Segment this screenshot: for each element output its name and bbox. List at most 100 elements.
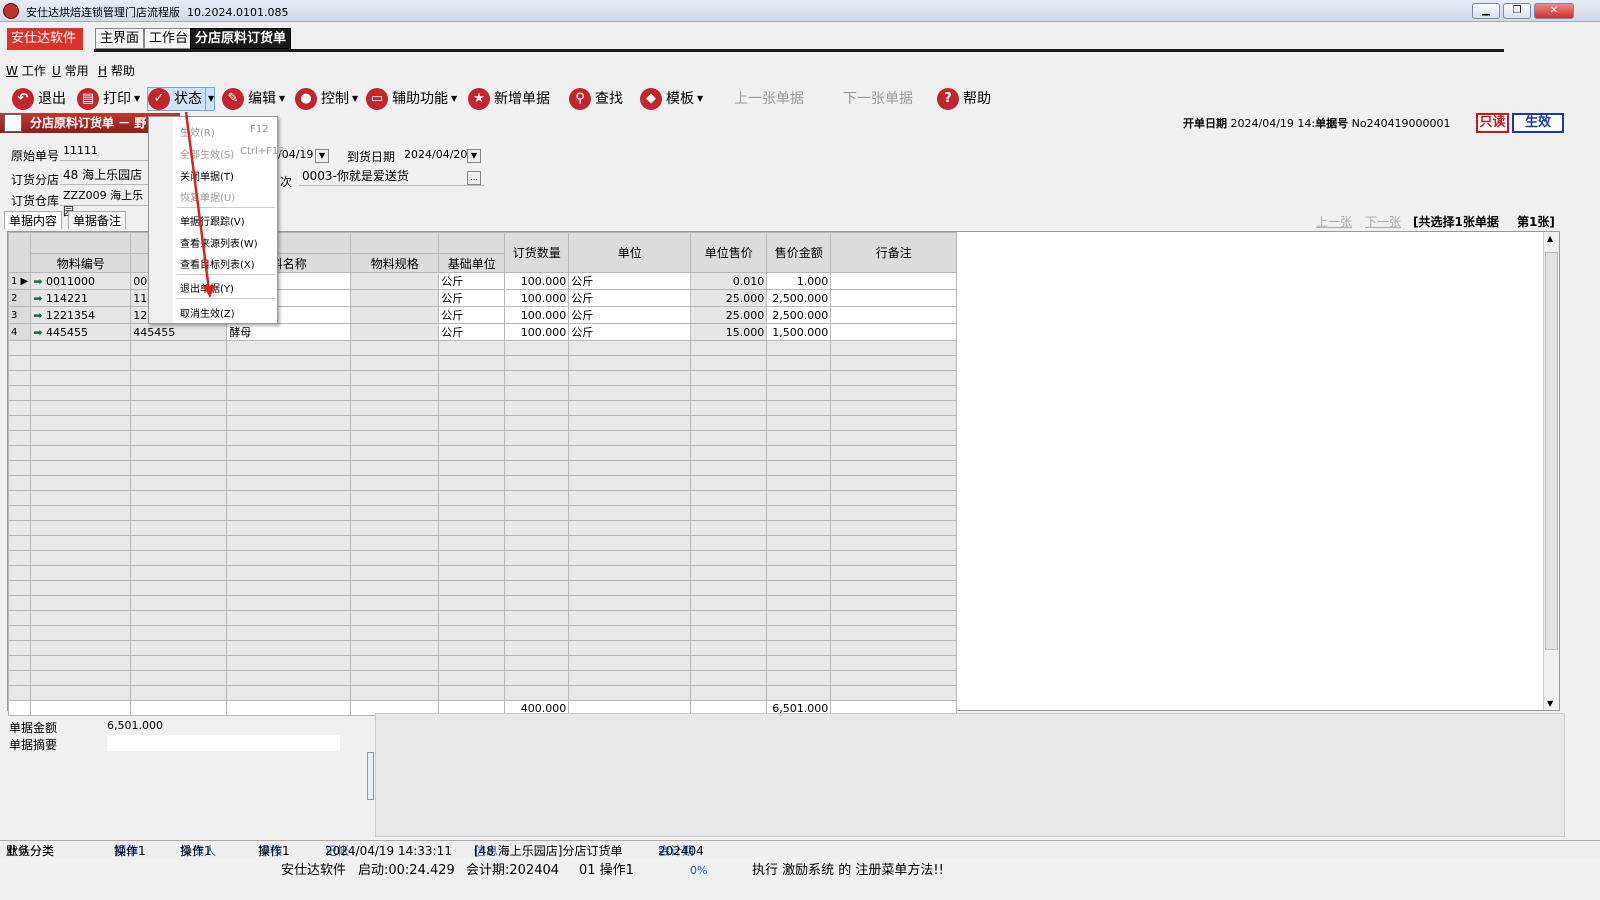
empty-cell[interactable] xyxy=(690,670,768,686)
empty-cell[interactable] xyxy=(226,685,352,701)
empty-cell[interactable] xyxy=(766,625,832,641)
minimize-button[interactable]: ▁ xyxy=(1472,3,1500,19)
empty-cell[interactable] xyxy=(350,370,440,386)
col-header[interactable]: 单位 xyxy=(568,232,692,273)
empty-row[interactable] xyxy=(7,520,958,536)
status-button[interactable]: ✓ 状态 ▼ xyxy=(147,87,216,111)
empty-cell[interactable] xyxy=(690,505,768,521)
empty-cell[interactable] xyxy=(690,370,768,386)
empty-row[interactable] xyxy=(7,355,958,371)
empty-cell[interactable] xyxy=(130,475,228,491)
cell-code[interactable]: ➡ 1221354 xyxy=(30,306,132,324)
empty-cell[interactable] xyxy=(30,640,132,656)
menu-item-restore-document[interactable]: 恢复单据(U) xyxy=(180,189,235,204)
empty-row[interactable] xyxy=(7,550,958,566)
scroll-thumb[interactable] xyxy=(1545,252,1558,650)
empty-cell[interactable] xyxy=(350,475,440,491)
print-button[interactable]: ▤ 打印 ▼ xyxy=(77,87,140,111)
empty-cell[interactable] xyxy=(226,400,352,416)
empty-cell[interactable] xyxy=(438,685,506,701)
empty-cell[interactable] xyxy=(690,355,768,371)
empty-cell[interactable] xyxy=(766,430,832,446)
cell-unit[interactable]: 公斤 xyxy=(568,306,692,324)
empty-cell[interactable] xyxy=(766,640,832,656)
empty-cell[interactable] xyxy=(438,610,506,626)
empty-cell[interactable] xyxy=(350,655,440,671)
empty-cell[interactable] xyxy=(130,505,228,521)
empty-cell[interactable] xyxy=(350,340,440,356)
cell-name[interactable]: 酵母 xyxy=(226,323,352,341)
empty-cell[interactable] xyxy=(438,400,506,416)
empty-cell[interactable] xyxy=(350,520,440,536)
tab-document-notes[interactable]: 单据备注 xyxy=(68,211,127,229)
empty-row[interactable] xyxy=(7,340,958,356)
nav-prev-link[interactable]: 上一张 xyxy=(1316,213,1352,230)
exit-button[interactable]: ↶ 退出 xyxy=(12,87,66,111)
empty-cell[interactable] xyxy=(7,685,32,701)
empty-cell[interactable] xyxy=(690,460,768,476)
empty-cell[interactable] xyxy=(830,415,958,431)
cell-qty[interactable]: 100.000 xyxy=(504,306,570,324)
empty-cell[interactable] xyxy=(130,685,228,701)
empty-cell[interactable] xyxy=(438,355,506,371)
empty-cell[interactable] xyxy=(226,445,352,461)
empty-cell[interactable] xyxy=(766,550,832,566)
empty-row[interactable] xyxy=(7,655,958,671)
cell-amount[interactable]: 2,500.000 xyxy=(766,306,832,324)
empty-cell[interactable] xyxy=(30,580,132,596)
empty-row[interactable] xyxy=(7,505,958,521)
empty-cell[interactable] xyxy=(690,430,768,446)
empty-cell[interactable] xyxy=(766,520,832,536)
empty-cell[interactable] xyxy=(30,370,132,386)
empty-cell[interactable] xyxy=(830,595,958,611)
empty-cell[interactable] xyxy=(30,595,132,611)
empty-cell[interactable] xyxy=(7,475,32,491)
tab-document-content[interactable]: 单据内容 xyxy=(4,211,63,229)
cell-code[interactable]: ➡ 0011000 xyxy=(30,272,132,290)
col-header[interactable]: 订货数量 xyxy=(504,232,570,273)
empty-cell[interactable] xyxy=(7,640,32,656)
empty-cell[interactable] xyxy=(7,595,32,611)
empty-cell[interactable] xyxy=(226,670,352,686)
empty-cell[interactable] xyxy=(350,490,440,506)
branch-field[interactable]: 48 海上乐园店 xyxy=(60,167,150,185)
empty-cell[interactable] xyxy=(568,445,692,461)
empty-cell[interactable] xyxy=(350,640,440,656)
empty-row[interactable] xyxy=(7,595,958,611)
empty-cell[interactable] xyxy=(766,610,832,626)
empty-cell[interactable] xyxy=(830,655,958,671)
menu-help[interactable]: H 帮助 xyxy=(98,62,135,79)
empty-cell[interactable] xyxy=(568,490,692,506)
empty-cell[interactable] xyxy=(766,415,832,431)
empty-row[interactable] xyxy=(7,415,958,431)
empty-cell[interactable] xyxy=(830,685,958,701)
cell-base-unit[interactable]: 公斤 xyxy=(438,306,506,324)
col-header[interactable]: 单位售价 xyxy=(690,232,768,273)
empty-cell[interactable] xyxy=(504,580,570,596)
cell-remark[interactable] xyxy=(830,272,958,290)
empty-cell[interactable] xyxy=(690,565,768,581)
empty-cell[interactable] xyxy=(7,535,32,551)
empty-cell[interactable] xyxy=(568,655,692,671)
empty-cell[interactable] xyxy=(350,430,440,446)
empty-cell[interactable] xyxy=(568,685,692,701)
empty-cell[interactable] xyxy=(30,610,132,626)
empty-cell[interactable] xyxy=(690,595,768,611)
empty-cell[interactable] xyxy=(350,460,440,476)
empty-cell[interactable] xyxy=(568,535,692,551)
table-row[interactable]: 4 ➡ 445455 445455 酵母 公斤 100.000 公斤 15.000 1,500.… xyxy=(7,323,958,341)
empty-row[interactable] xyxy=(7,640,958,656)
empty-cell[interactable] xyxy=(830,520,958,536)
empty-cell[interactable] xyxy=(350,595,440,611)
empty-cell[interactable] xyxy=(7,340,32,356)
empty-cell[interactable] xyxy=(130,520,228,536)
empty-cell[interactable] xyxy=(568,370,692,386)
empty-cell[interactable] xyxy=(350,685,440,701)
empty-cell[interactable] xyxy=(690,475,768,491)
empty-cell[interactable] xyxy=(438,460,506,476)
cell-code[interactable]: ➡ 114221 xyxy=(30,289,132,307)
empty-cell[interactable] xyxy=(690,655,768,671)
empty-cell[interactable] xyxy=(130,400,228,416)
empty-cell[interactable] xyxy=(438,655,506,671)
empty-cell[interactable] xyxy=(766,505,832,521)
